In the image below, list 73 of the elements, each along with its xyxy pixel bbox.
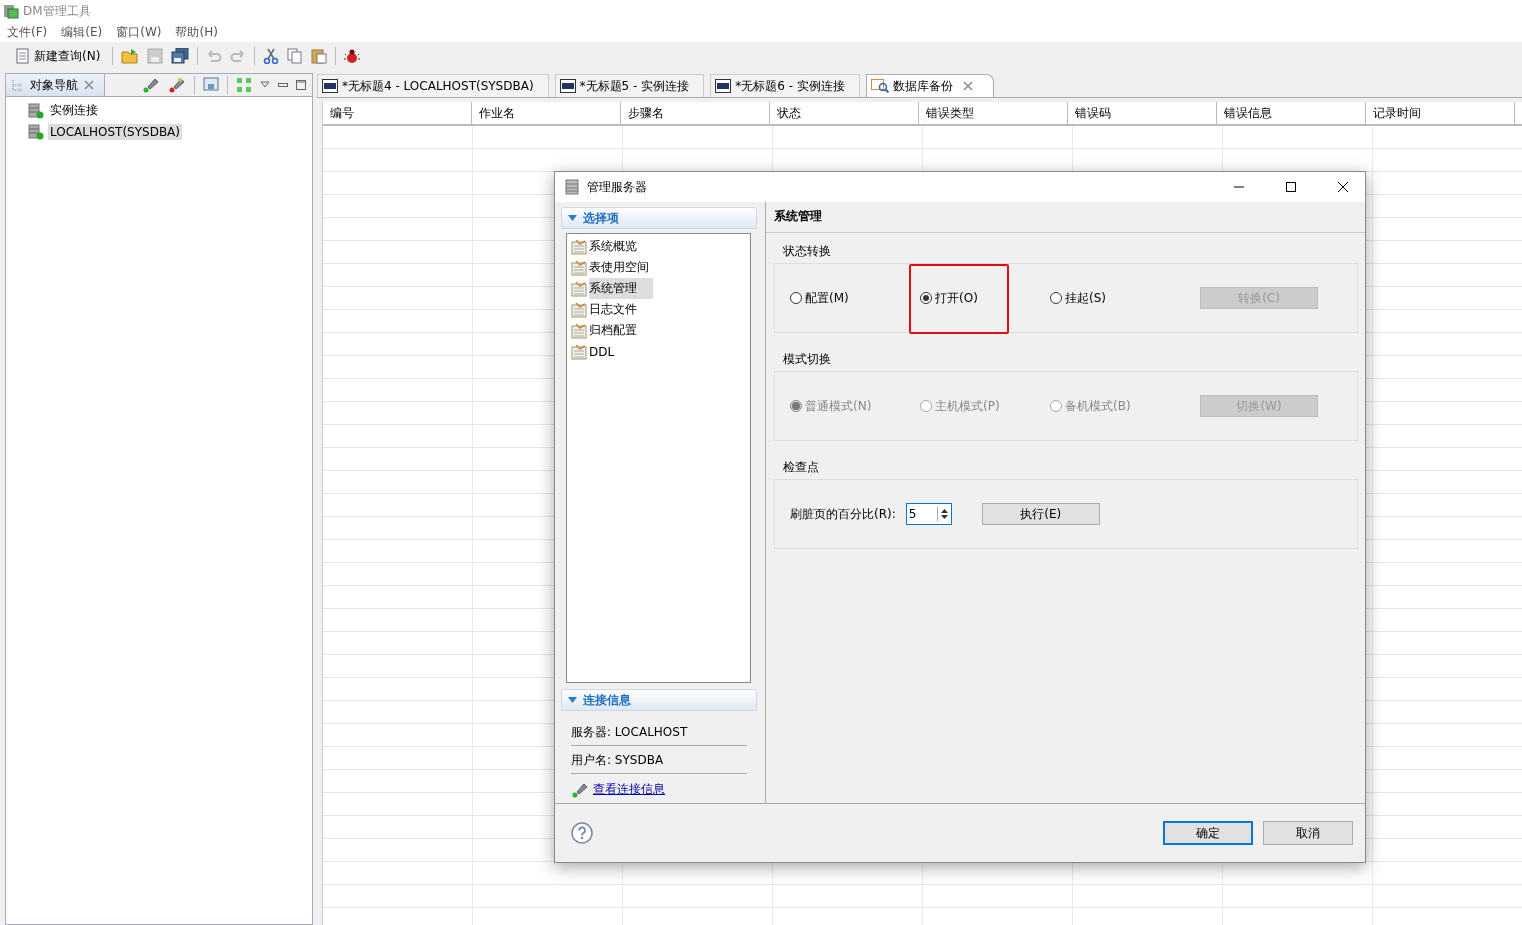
- cancel-button[interactable]: 取消: [1263, 821, 1353, 845]
- dropdown-icon[interactable]: [260, 81, 270, 89]
- help-icon[interactable]: [571, 822, 593, 844]
- option-item[interactable]: DDL: [589, 342, 631, 361]
- save-icon: [147, 48, 164, 64]
- editor-tab[interactable]: *无标题5 - 实例连接: [554, 74, 705, 97]
- ok-button[interactable]: 确定: [1163, 821, 1253, 845]
- magnifier-icon: [870, 79, 889, 93]
- option-item[interactable]: 系统管理: [589, 278, 653, 299]
- menu-item[interactable]: 窗口(W): [116, 23, 162, 41]
- window-title: DM管理工具: [23, 2, 91, 20]
- column-header[interactable]: 错误码: [1068, 102, 1217, 124]
- collapse-icon: [568, 215, 577, 221]
- editor-tab[interactable]: *无标题6 - 实例连接: [710, 74, 860, 97]
- server-icon: [28, 102, 44, 119]
- column-header[interactable]: 作业名: [472, 102, 621, 124]
- column-header[interactable]: 错误信息: [1217, 102, 1366, 124]
- option-item[interactable]: 系统概览: [589, 236, 653, 257]
- view-connection-link[interactable]: 查看连接信息: [593, 781, 665, 798]
- section-header[interactable]: 连接信息: [561, 689, 757, 711]
- editor-tab[interactable]: *无标题4 - LOCALHOST(SYSDBA): [317, 74, 549, 97]
- group-title: 检查点: [782, 459, 820, 476]
- tree-item[interactable]: LOCALHOST(SYSDBA): [48, 123, 182, 140]
- minimize-icon[interactable]: [278, 81, 288, 89]
- maximize-icon[interactable]: [1285, 181, 1297, 193]
- server-icon: [565, 179, 579, 195]
- section-header[interactable]: 选择项: [561, 207, 757, 229]
- radio-button[interactable]: 配置(M): [790, 289, 849, 307]
- collapse-icon: [568, 697, 577, 703]
- menu-item[interactable]: 帮助(H): [175, 23, 218, 41]
- paste-icon[interactable]: [311, 48, 328, 64]
- column-header[interactable]: 编号: [323, 102, 472, 124]
- sql-file-icon: [715, 79, 732, 93]
- editor-tab[interactable]: 数据库备份: [865, 74, 994, 97]
- cut-icon[interactable]: [263, 48, 280, 64]
- undo-icon: [206, 48, 223, 64]
- execute-button[interactable]: 执行(E): [981, 503, 1100, 525]
- tree-icon: [10, 78, 24, 92]
- connect-icon: [571, 781, 589, 798]
- field-label: 刷脏页的百分比(R):: [790, 505, 896, 523]
- save-all-icon[interactable]: [171, 48, 190, 64]
- spin-field[interactable]: 5: [905, 503, 952, 525]
- copy-icon[interactable]: [287, 48, 304, 64]
- sql-file-icon: [322, 79, 338, 93]
- info-text: 服务器: LOCALHOST: [571, 719, 747, 746]
- option-item[interactable]: 归档配置: [589, 320, 653, 341]
- group-title: 状态转换: [782, 243, 832, 260]
- page-title: 系统管理: [766, 202, 1365, 233]
- sql-file-icon: [559, 79, 576, 93]
- radio-button[interactable]: 挂起(S): [1050, 289, 1106, 307]
- column-header[interactable]: 记录时间: [1366, 102, 1515, 124]
- disconnect-icon[interactable]: [168, 77, 186, 93]
- server-icon: [28, 123, 44, 140]
- info-text: 用户名: SYSDBA: [571, 747, 747, 774]
- new-query-button[interactable]: 新建查询(N): [12, 45, 105, 67]
- column-header[interactable]: 步骤名: [621, 102, 770, 124]
- window-icon[interactable]: [203, 77, 219, 93]
- tree-item[interactable]: 实例连接: [48, 101, 100, 120]
- connect-icon[interactable]: [142, 77, 160, 93]
- column-header[interactable]: 状态: [770, 102, 919, 124]
- column-header[interactable]: 错误类型: [919, 102, 1068, 124]
- document-icon: [16, 48, 30, 64]
- option-item[interactable]: 表使用空间: [589, 257, 665, 278]
- close-icon[interactable]: [1337, 181, 1349, 193]
- redo-icon: [230, 48, 247, 64]
- group-title: 模式切换: [782, 351, 832, 368]
- menu-item[interactable]: 编辑(E): [61, 23, 103, 41]
- app-icon: [3, 3, 19, 19]
- menu-item[interactable]: 文件(F): [7, 23, 48, 41]
- dialog-title: 管理服务器: [587, 178, 648, 196]
- radio-button[interactable]: 打开(O): [920, 289, 978, 307]
- bug-icon[interactable]: [344, 48, 361, 64]
- option-item[interactable]: 日志文件: [589, 299, 653, 320]
